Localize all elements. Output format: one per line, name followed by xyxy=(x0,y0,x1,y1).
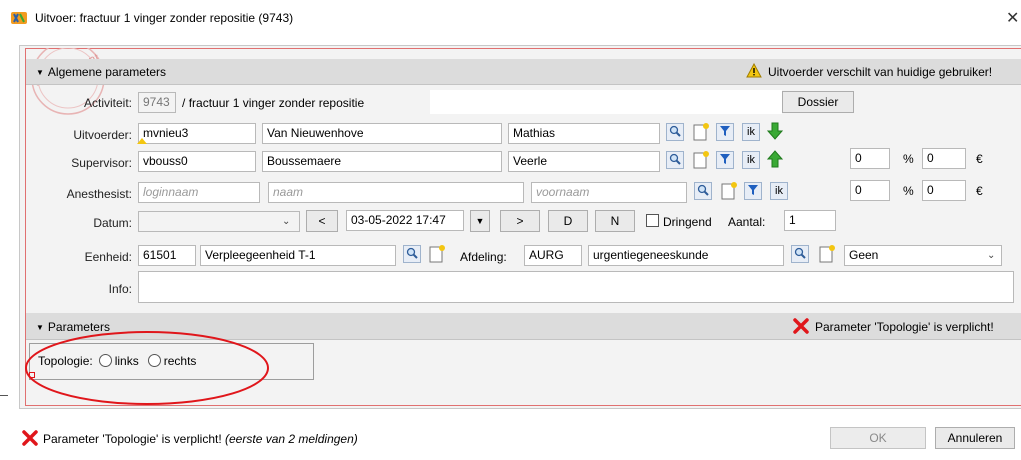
count-label: Aantal: xyxy=(728,215,766,229)
anesthetist-login-field[interactable]: loginnaam xyxy=(138,182,260,203)
supervisor-search-icon[interactable] xyxy=(666,151,684,169)
close-icon[interactable]: ✕ xyxy=(1006,8,1019,28)
error-icon xyxy=(793,318,809,334)
dossier-button[interactable]: Dossier xyxy=(782,91,854,113)
general-section-label: Algemene parameters xyxy=(47,65,166,79)
date-dropdown-icon[interactable]: ▼ xyxy=(470,210,490,232)
urgent-label: Dringend xyxy=(663,215,712,229)
date-d-button[interactable]: D xyxy=(548,210,588,232)
activity-blank-area xyxy=(430,90,782,114)
anesthetist-percent-field[interactable]: 0 xyxy=(850,180,890,201)
supervisor-filter-icon[interactable] xyxy=(716,151,734,169)
anesthetist-firstname-field[interactable]: voornaam xyxy=(531,182,687,203)
supervisor-label: Supervisor: xyxy=(71,156,132,170)
anesthetist-euro-field[interactable]: 0 xyxy=(922,180,966,201)
supervisor-arrow-up-icon[interactable] xyxy=(766,149,784,169)
anesthetist-euro-sign: € xyxy=(976,184,983,198)
anesthetist-name-field[interactable]: naam xyxy=(268,182,524,203)
ok-button[interactable]: OK xyxy=(830,427,926,449)
anesthetist-search-icon[interactable] xyxy=(694,182,712,200)
general-section-title[interactable]: ▼ Algemene parameters xyxy=(36,65,166,79)
date-combo[interactable] xyxy=(138,211,300,232)
activity-name-text: fractuur 1 vinger zonder repositie xyxy=(188,96,365,110)
collapse-triangle-icon: ▼ xyxy=(36,68,44,77)
info-field[interactable] xyxy=(138,271,1014,303)
footer-message: Parameter 'Topologie' is verplicht! (eer… xyxy=(43,432,358,446)
supervisor-ik-button[interactable]: ik xyxy=(742,151,760,169)
supervisor-percent-field[interactable]: 0 xyxy=(850,148,890,169)
activity-separator: / xyxy=(182,96,186,110)
date-label: Datum: xyxy=(93,216,132,230)
anesthetist-filter-icon[interactable] xyxy=(744,182,762,200)
parameters-error-text: Parameter 'Topologie' is verplicht! xyxy=(815,320,994,334)
executor-arrow-down-icon[interactable] xyxy=(766,121,784,141)
supervisor-new-icon[interactable] xyxy=(692,150,710,169)
info-label: Info: xyxy=(108,282,132,296)
window-title: Uitvoer: fractuur 1 vinger zonder reposi… xyxy=(35,11,294,25)
supervisor-euro-field[interactable]: 0 xyxy=(922,148,966,169)
footer-message-main: Parameter 'Topologie' is verplicht! xyxy=(43,432,222,446)
executor-new-icon[interactable] xyxy=(692,122,710,141)
left-divider xyxy=(0,395,8,396)
count-field[interactable]: 1 xyxy=(784,210,836,231)
department-name-field[interactable]: urgentiegeneeskunde xyxy=(588,245,784,266)
supervisor-lastname-field[interactable]: Boussemaere xyxy=(262,151,502,172)
unit-new-icon[interactable] xyxy=(428,244,446,263)
footer-error-icon xyxy=(22,430,38,446)
department-new-icon[interactable] xyxy=(818,244,836,263)
supervisor-percent-sign: % xyxy=(903,152,914,166)
activity-name: / fractuur 1 vinger zonder repositie xyxy=(182,96,364,110)
executor-label: Uitvoerder: xyxy=(73,128,132,142)
app-logo-icon xyxy=(11,10,27,26)
warning-icon xyxy=(746,62,762,78)
executor-search-icon[interactable] xyxy=(666,123,684,141)
department-code-field[interactable]: AURG xyxy=(524,245,582,266)
anesthetist-new-icon[interactable] xyxy=(720,181,738,200)
footer-message-note: (eerste van 2 meldingen) xyxy=(225,432,358,446)
department-search-icon[interactable] xyxy=(791,245,809,263)
supervisor-firstname-field[interactable]: Veerle xyxy=(508,151,660,172)
select-chevron-down-icon[interactable]: ⌄ xyxy=(987,250,995,261)
date-next-button[interactable]: > xyxy=(500,210,540,232)
anesthetist-ik-button[interactable]: ik xyxy=(770,182,788,200)
field-warning-marker xyxy=(137,138,147,144)
executor-lastname-field[interactable]: Van Nieuwenhove xyxy=(262,123,502,144)
executor-firstname-field[interactable]: Mathias xyxy=(508,123,660,144)
activity-label: Activiteit: xyxy=(83,96,132,110)
date-prev-button[interactable]: < xyxy=(306,210,338,232)
chevron-down-icon[interactable]: ⌄ xyxy=(282,216,290,227)
unit-name-field[interactable]: Verpleegeenheid T-1 xyxy=(200,245,396,266)
activity-code-field: 9743 xyxy=(138,92,176,113)
unit-label: Eenheid: xyxy=(84,250,132,264)
cancel-button[interactable]: Annuleren xyxy=(935,427,1015,449)
supervisor-euro-sign: € xyxy=(976,152,983,166)
urgent-checkbox[interactable] xyxy=(646,214,659,227)
unit-type-select[interactable]: Geen xyxy=(844,245,1002,266)
unit-search-icon[interactable] xyxy=(403,245,421,263)
department-label: Afdeling: xyxy=(460,250,507,264)
executor-login-field[interactable]: mvnieu3 xyxy=(138,123,256,144)
date-field[interactable]: 03-05-2022 17:47 xyxy=(346,210,464,231)
executor-warning-text: Uitvoerder verschilt van huidige gebruik… xyxy=(768,65,993,79)
executor-filter-icon[interactable] xyxy=(716,123,734,141)
anesthetist-percent-sign: % xyxy=(903,184,914,198)
executor-ik-button[interactable]: ik xyxy=(742,123,760,141)
annotation-circle xyxy=(22,328,272,408)
anesthetist-label: Anesthesist: xyxy=(66,187,132,201)
supervisor-login-field[interactable]: vbouss0 xyxy=(138,151,256,172)
date-n-button[interactable]: N xyxy=(595,210,635,232)
unit-code-field[interactable]: 61501 xyxy=(138,245,196,266)
